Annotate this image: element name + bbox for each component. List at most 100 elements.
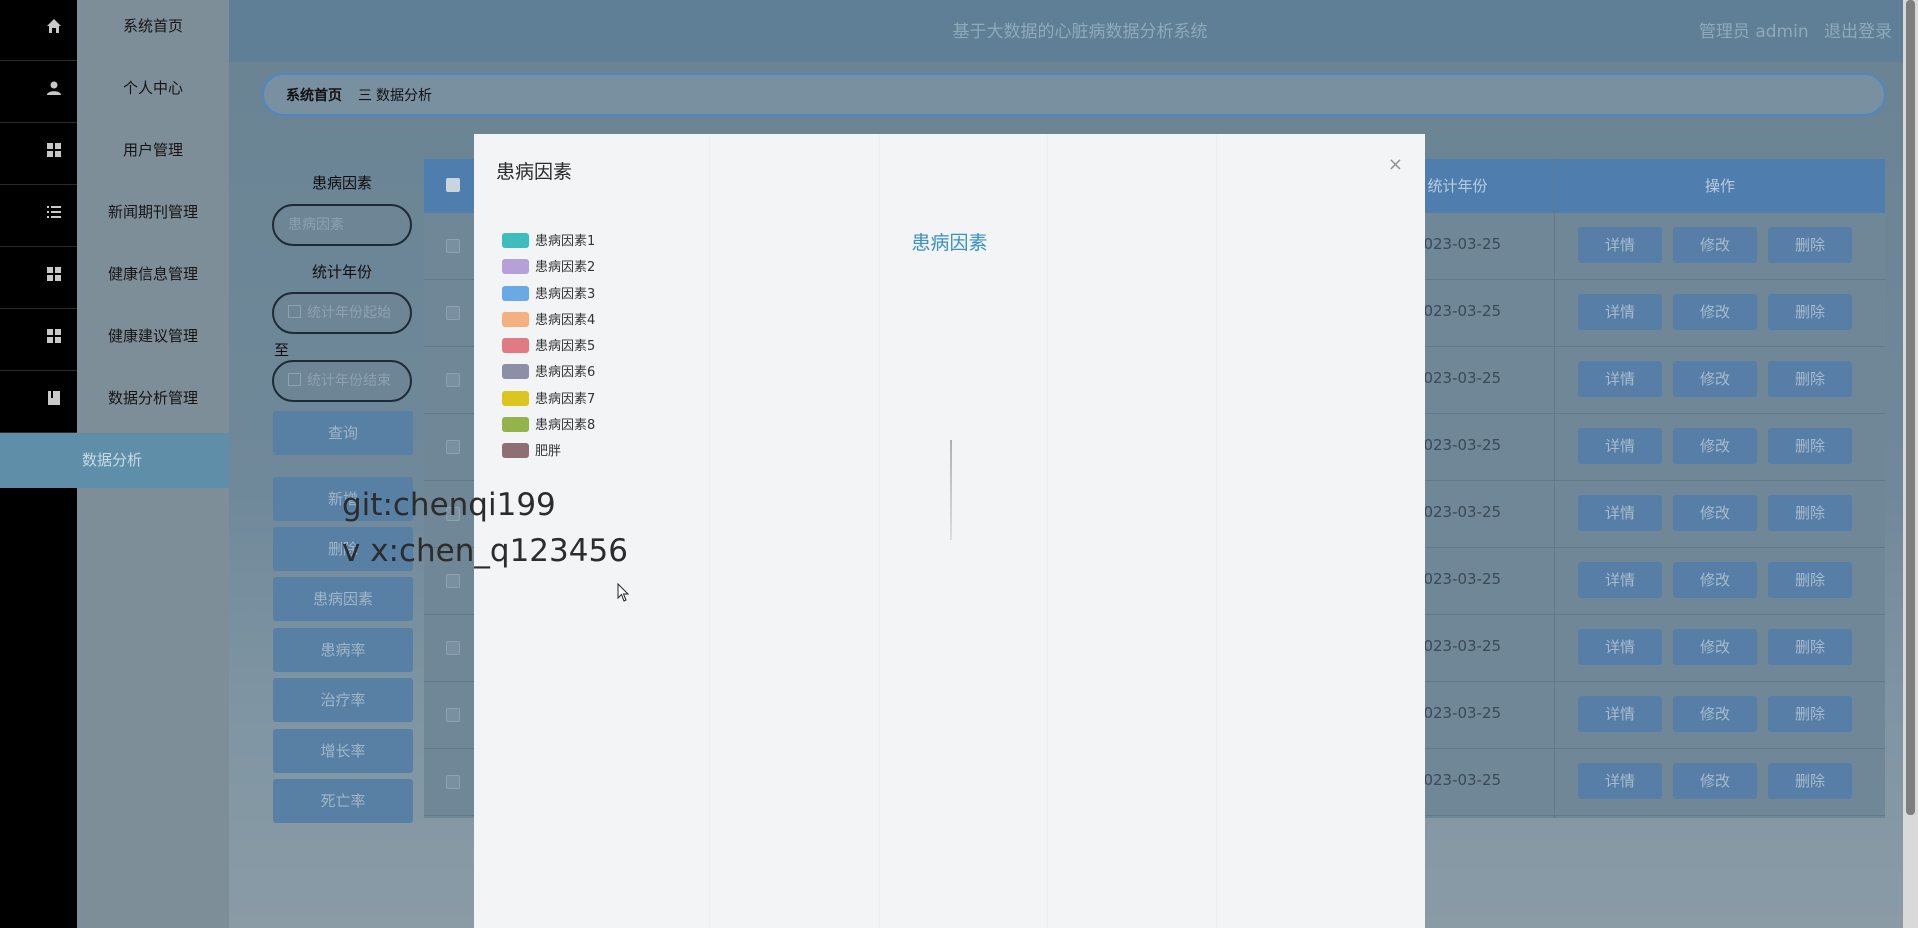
sidebar-item-news[interactable]: 新闻期刊管理 <box>77 186 229 248</box>
sidebar-item-health-info[interactable]: 健康信息管理 <box>77 248 229 310</box>
row-checkbox[interactable] <box>446 574 460 588</box>
chart-legend: 患病因素1 患病因素2 患病因素3 患病因素4 患病因素5 患病因素6 患病因素… <box>502 229 595 466</box>
year-end-input[interactable]: 统计年份结束 <box>272 360 412 402</box>
to-label: 至 <box>274 341 290 359</box>
row-checkbox[interactable] <box>446 440 460 454</box>
edit-button[interactable]: 修改 <box>1673 696 1757 732</box>
prevalence-chart-button[interactable]: 患病率 <box>273 628 413 672</box>
edit-button[interactable]: 修改 <box>1673 361 1757 397</box>
admin-user: 管理员 admin <box>1698 22 1809 42</box>
death-chart-button[interactable]: 死亡率 <box>273 779 413 823</box>
delete-button[interactable]: 删除 <box>1768 696 1852 732</box>
grid-icon[interactable] <box>0 310 77 371</box>
dialog-title: 患病因素 <box>496 161 573 183</box>
logout-link[interactable]: 退出登录 <box>1824 22 1892 42</box>
year-start-input[interactable]: 统计年份起始 <box>272 292 412 334</box>
delete-button[interactable]: 删除 <box>1768 763 1852 799</box>
sidebar-item-home[interactable]: 系统首页 <box>77 0 229 62</box>
grid-icon[interactable] <box>0 248 77 309</box>
treatment-chart-button[interactable]: 治疗率 <box>273 678 413 722</box>
delete-button[interactable]: 删除 <box>1768 428 1852 464</box>
detail-button[interactable]: 详情 <box>1578 428 1662 464</box>
row-checkbox[interactable] <box>446 708 460 722</box>
legend-swatch <box>502 443 529 459</box>
scrollbar-thumb[interactable] <box>1906 0 1915 815</box>
delete-button[interactable]: 删除 <box>1768 227 1852 263</box>
legend-item[interactable]: 患病因素4 <box>502 308 595 334</box>
query-button[interactable]: 查询 <box>273 411 413 455</box>
detail-button[interactable]: 详情 <box>1578 696 1662 732</box>
delete-button[interactable]: 删除 <box>1768 629 1852 665</box>
loading-indicator <box>950 440 952 540</box>
grid-icon[interactable] <box>0 124 77 185</box>
legend-item[interactable]: 患病因素2 <box>502 255 595 281</box>
home-icon[interactable] <box>0 0 77 61</box>
detail-button[interactable]: 详情 <box>1578 294 1662 330</box>
factor-chart-button[interactable]: 患病因素 <box>273 577 413 621</box>
legend-swatch <box>502 338 529 354</box>
delete-button[interactable]: 删除 <box>1768 294 1852 330</box>
chart-title: 患病因素 <box>911 232 988 254</box>
row-checkbox[interactable] <box>446 641 460 655</box>
edit-button[interactable]: 修改 <box>1673 629 1757 665</box>
legend-item[interactable]: 患病因素8 <box>502 413 595 439</box>
top-bar: 基于大数据的心脏病数据分析系统 <box>229 0 1903 62</box>
breadcrumb-home[interactable]: 系统首页 <box>286 85 342 105</box>
breadcrumb-current: 数据分析 <box>376 88 432 104</box>
row-checkbox[interactable] <box>446 306 460 320</box>
legend-item[interactable]: 患病因素7 <box>502 387 595 413</box>
row-checkbox[interactable] <box>446 775 460 789</box>
list-icon[interactable] <box>0 186 77 247</box>
legend-swatch <box>502 259 529 275</box>
detail-button[interactable]: 详情 <box>1578 361 1662 397</box>
edit-button[interactable]: 修改 <box>1673 428 1757 464</box>
legend-item[interactable]: 患病因素1 <box>502 229 595 255</box>
detail-button[interactable]: 详情 <box>1578 562 1662 598</box>
legend-swatch <box>502 417 529 433</box>
detail-button[interactable]: 详情 <box>1578 495 1662 531</box>
delete-button[interactable]: 删除 <box>1768 361 1852 397</box>
detail-button[interactable]: 详情 <box>1578 629 1662 665</box>
sidebar-item-profile[interactable]: 个人中心 <box>77 62 229 124</box>
growth-chart-button[interactable]: 增长率 <box>273 729 413 773</box>
delete-button[interactable]: 删除 <box>1768 495 1852 531</box>
watermark-line1: git:chenqi199 <box>342 487 556 523</box>
watermark-line2: v x:chen_q123456 <box>342 533 628 569</box>
close-icon[interactable]: × <box>1388 154 1403 175</box>
legend-item[interactable]: 患病因素3 <box>502 282 595 308</box>
factor-input[interactable]: 患病因素 <box>272 204 412 246</box>
factor-label: 患病因素 <box>311 174 372 192</box>
select-all-checkbox[interactable] <box>446 178 460 192</box>
year-label: 统计年份 <box>311 263 372 281</box>
legend-item[interactable]: 肥胖 <box>502 439 595 465</box>
row-checkbox[interactable] <box>446 373 460 387</box>
user-area: 管理员 admin 退出登录 <box>1689 17 1892 42</box>
row-checkbox[interactable] <box>446 239 460 253</box>
edit-button[interactable]: 修改 <box>1673 763 1757 799</box>
legend-swatch <box>502 364 529 380</box>
sidebar-item-active[interactable]: 数据分析 <box>0 433 229 488</box>
edit-button[interactable]: 修改 <box>1673 294 1757 330</box>
delete-button[interactable]: 删除 <box>1768 562 1852 598</box>
legend-swatch <box>502 390 529 406</box>
sidebar-item-data-analysis[interactable]: 数据分析管理 <box>77 372 229 434</box>
sidebar-item-health-advice[interactable]: 健康建议管理 <box>77 310 229 372</box>
legend-item[interactable]: 患病因素6 <box>502 360 595 386</box>
breadcrumb: 系统首页 三 数据分析 <box>262 73 1886 116</box>
legend-swatch <box>502 311 529 327</box>
edit-button[interactable]: 修改 <box>1673 495 1757 531</box>
scrollbar[interactable] <box>1903 0 1918 928</box>
legend-item[interactable]: 患病因素5 <box>502 334 595 360</box>
legend-swatch <box>502 285 529 301</box>
col-ops: 操作 <box>1704 177 1735 195</box>
detail-button[interactable]: 详情 <box>1578 763 1662 799</box>
edit-button[interactable]: 修改 <box>1673 562 1757 598</box>
legend-swatch <box>502 233 529 248</box>
user-icon[interactable] <box>0 62 77 123</box>
book-icon[interactable] <box>0 372 77 433</box>
edit-button[interactable]: 修改 <box>1673 227 1757 263</box>
detail-button[interactable]: 详情 <box>1578 227 1662 263</box>
system-title: 基于大数据的心脏病数据分析系统 <box>952 22 1208 42</box>
sidebar-item-users[interactable]: 用户管理 <box>77 124 229 186</box>
chart-dialog: 患病因素 × 患病因素 患病因素1 患病因素2 患病因素3 患病因素4 患病因素… <box>474 134 1425 928</box>
